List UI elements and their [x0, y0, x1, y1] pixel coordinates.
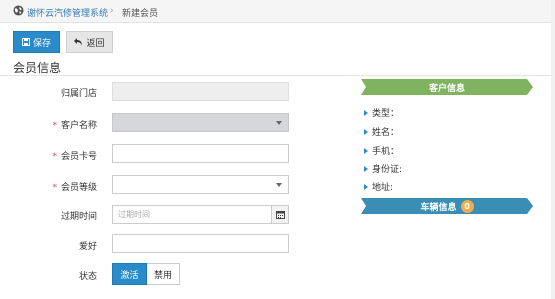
caret-right-icon — [364, 147, 368, 154]
status-disable-button[interactable]: 禁用 — [147, 263, 180, 285]
info-row-name: 姓名： — [364, 125, 399, 138]
store-label: 归属门店 — [60, 89, 97, 99]
calendar-button[interactable] — [271, 205, 289, 224]
required-mark: * — [52, 183, 57, 193]
hobby-label: 爱好 — [78, 242, 97, 252]
caret-right-icon — [364, 165, 368, 172]
breadcrumb-home-link[interactable]: 谢怀云汽修管理系统 — [27, 6, 108, 19]
save-button-label: 保存 — [32, 38, 51, 49]
info-row-id-card: 身份证: — [364, 162, 402, 175]
status-activate-button[interactable]: 激活 — [112, 263, 147, 285]
breadcrumb-bar: 谢怀云汽修管理系统 › 新建会员 — [0, 0, 555, 23]
back-button-label: 返回 — [86, 38, 105, 49]
customer-info-header[interactable]: 客户信息 — [361, 79, 533, 95]
info-row-type: 类型： — [364, 106, 399, 119]
status-label: 状态 — [78, 272, 97, 282]
caret-right-icon — [364, 109, 368, 116]
section-title: 会员信息 — [13, 61, 62, 75]
customer-name-select[interactable] — [112, 113, 289, 132]
vehicle-info-header[interactable]: 车辆信息 0 — [361, 198, 533, 214]
expire-time-input[interactable]: 过期时间 — [112, 205, 272, 224]
chevron-down-icon — [276, 121, 282, 125]
info-row-phone: 手机： — [364, 144, 399, 157]
store-field[interactable] — [112, 82, 289, 101]
save-icon — [21, 38, 30, 46]
globe-icon — [13, 5, 24, 16]
expire-time-label: 过期时间 — [60, 212, 97, 222]
vehicle-info-title: 车辆信息 — [420, 202, 457, 213]
save-button[interactable]: 保存 — [13, 31, 60, 53]
scrollbar[interactable] — [551, 0, 555, 299]
undo-arrow-icon — [74, 38, 83, 46]
back-button[interactable]: 返回 — [66, 31, 113, 53]
info-row-address: 地址: — [364, 180, 393, 193]
breadcrumb-separator: › — [110, 6, 114, 16]
customer-name-label: * 客户名称 — [52, 121, 97, 131]
card-number-label: * 会员卡号 — [52, 152, 97, 162]
hobby-input[interactable] — [112, 234, 289, 253]
vehicle-count-badge: 0 — [460, 199, 474, 213]
caret-right-icon — [364, 128, 368, 135]
member-level-label: * 会员等级 — [52, 183, 97, 193]
card-number-input[interactable] — [112, 144, 289, 163]
section-divider — [0, 75, 555, 76]
chevron-down-icon — [276, 183, 282, 187]
required-mark: * — [52, 152, 57, 162]
calendar-icon — [275, 211, 285, 219]
customer-info-title: 客户信息 — [428, 83, 465, 94]
caret-right-icon — [364, 183, 368, 190]
required-mark: * — [52, 121, 57, 131]
breadcrumb-current: 新建会员 — [122, 9, 159, 19]
member-level-select[interactable] — [112, 175, 289, 194]
